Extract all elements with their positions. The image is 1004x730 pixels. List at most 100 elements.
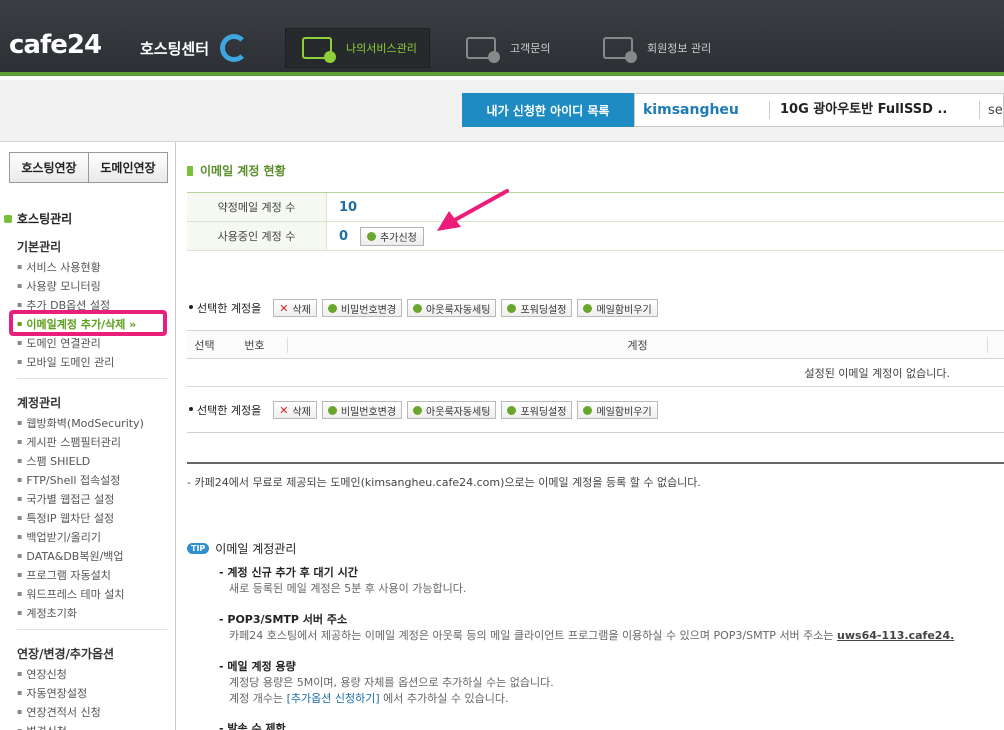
add-option-link[interactable]: [추가옵션 신청하기]	[287, 692, 380, 705]
sidebar-item[interactable]: 계정초기화	[17, 603, 144, 622]
button-label: 삭제	[292, 304, 311, 316]
sidebar-item[interactable]: 연장견적서 신청	[17, 702, 100, 721]
title-bullet-icon	[187, 165, 193, 176]
sidebar-item[interactable]: 프로그램 자동설치	[17, 565, 144, 584]
sidebar-item[interactable]: DATA&DB복원/백업	[17, 546, 144, 565]
empty-mailbox-button[interactable]: 메일함비우기	[577, 299, 658, 317]
stat-row: 사용중인 계정 수 0 추가신청	[187, 222, 1004, 251]
button-label: 포워딩설정	[520, 406, 567, 418]
button-label: 메일함비우기	[596, 304, 652, 316]
refresh-icon	[327, 405, 337, 415]
stat-value: 10	[339, 199, 358, 215]
button-label: 아웃룩자동세팅	[426, 406, 491, 418]
gear-icon	[507, 405, 517, 415]
nav-customer-inquiry[interactable]: 고객문의	[466, 28, 550, 68]
change-password-button[interactable]: 비밀번호변경	[321, 299, 403, 317]
tip-title: TIP 이메일 계정관리	[187, 540, 296, 557]
divider	[17, 629, 167, 630]
tip-heading: - 메일 계정 용량	[219, 660, 296, 673]
pink-arrow-icon	[437, 189, 509, 231]
col-number: 번호	[222, 336, 288, 353]
sidebar-item[interactable]: 모바일 도메인 관리	[17, 352, 136, 371]
tip-title-text: 이메일 계정관리	[215, 542, 297, 556]
outlook-setup-button[interactable]: 아웃룩자동세팅	[407, 401, 497, 419]
tip-text-part: 카페24 호스팅에서 제공하는 이메일 계정은 아웃룩 등의 메일 클라이언트 …	[229, 629, 838, 642]
id-selector[interactable]: kimsangheu 10G 광아우토반 FullSSD .. se	[634, 93, 1004, 127]
tip-heading: - 계정 신규 추가 후 대기 시간	[219, 566, 358, 579]
sidebar-item[interactable]: 웹방화벽(ModSecurity)	[17, 413, 143, 432]
cafe24-logo[interactable]: cafe24	[9, 30, 102, 60]
play-icon	[367, 231, 377, 241]
sidebar-item[interactable]: FTP/Shell 접속설정	[17, 470, 144, 489]
sidebar-item[interactable]: 자동연장설정	[17, 683, 101, 702]
section-title: 이메일 계정 현황	[187, 162, 286, 179]
main-content: 이메일 계정 현황 약정메일 계정 수 10 사용중인 계정 수 0 추가신청 …	[177, 142, 1004, 730]
hosting-manage-title: 호스팅관리	[4, 210, 72, 227]
section-title-text: 호스팅관리	[17, 212, 73, 226]
sidebar-item[interactable]: 연장신청	[17, 664, 101, 683]
nav-my-services[interactable]: 나의서비스관리	[285, 28, 430, 68]
stat-value: 0	[339, 228, 349, 244]
account-list-header: 선택 번호 계정	[187, 330, 1004, 359]
logo-subtitle: 호스팅센터	[140, 40, 210, 58]
sidebar-item[interactable]: 변경신청	[17, 721, 101, 730]
button-label: 메일함비우기	[596, 406, 652, 418]
sidebar-item[interactable]: 스팸 SHIELD	[17, 451, 144, 470]
action-label: 선택한 계정을	[187, 402, 261, 418]
sidebar-item[interactable]: 서비스 사용현황	[17, 257, 136, 276]
tip-text: 새로 등록된 메일 계정은 5분 후 사용이 가능합니다.	[229, 582, 467, 595]
hosting-renew-button[interactable]: 호스팅연장	[9, 152, 89, 183]
delete-button[interactable]: ✕ 삭제	[273, 401, 317, 419]
button-label: 포워딩설정	[520, 304, 567, 316]
empty-mailbox-button[interactable]: 메일함비우기	[577, 401, 658, 419]
forwarding-button[interactable]: 포워딩설정	[501, 299, 573, 317]
empty-message: 설정된 이메일 계정이 없습니다.	[187, 359, 1004, 387]
sidebar-item[interactable]: 사용량 모니터링	[17, 276, 136, 295]
domain-note: - 카페24에서 무료로 제공되는 도메인(kimsangheu.cafe24.…	[187, 476, 701, 489]
section-title-text: 이메일 계정 현황	[200, 164, 286, 178]
top-bar: cafe24 호스팅센터 나의서비스관리 고객문의 회원정보 관리	[0, 0, 1004, 76]
button-label: 추가신청	[380, 232, 417, 244]
group-title-basic: 기본관리	[17, 240, 62, 254]
server-address: uws64-113.cafe24.	[837, 629, 955, 642]
id-product: 10G 광아우토반 FullSSD ..	[770, 101, 980, 119]
nav-label: 회원정보 관리	[647, 42, 712, 55]
sidebar-item[interactable]: 특정IP 웹차단 설정	[17, 508, 144, 527]
tip-text-part: 에서 추가하실 수 있습니다.	[379, 692, 509, 705]
sidebar-item[interactable]: 워드프레스 테마 설치	[17, 584, 144, 603]
highlight-frame	[9, 310, 167, 336]
id-select-partial[interactable]: se	[980, 103, 1003, 118]
close-icon: ✕	[279, 301, 289, 315]
inquiry-icon	[466, 37, 500, 63]
outlook-icon	[413, 405, 423, 415]
domain-renew-button[interactable]: 도메인연장	[89, 152, 168, 183]
delete-button[interactable]: ✕ 삭제	[273, 299, 317, 317]
tip-text-part: 계정 개수는	[229, 692, 287, 705]
change-password-button[interactable]: 비밀번호변경	[321, 401, 403, 419]
nav-label: 나의서비스관리	[346, 42, 417, 55]
divider	[17, 378, 167, 379]
close-icon: ✕	[279, 403, 289, 417]
sidebar-item[interactable]: 백업받기/올리기	[17, 527, 144, 546]
tip-text: 계정 개수는 [추가옵션 신청하기] 에서 추가하실 수 있습니다.	[229, 690, 508, 706]
add-request-button[interactable]: 추가신청	[360, 226, 424, 246]
member-icon	[603, 37, 637, 63]
gear-icon	[507, 303, 517, 313]
action-bar-top: 선택한 계정을 ✕ 삭제 비밀번호변경 아웃룩자동세팅 포워딩설정 메일함비우기	[187, 286, 1004, 330]
action-bar-bottom: 선택한 계정을 ✕ 삭제 비밀번호변경 아웃룩자동세팅 포워딩설정 메일함비우기	[187, 388, 1004, 432]
stat-row: 약정메일 계정 수 10	[187, 193, 1004, 222]
button-label: 비밀번호변경	[340, 406, 397, 418]
forwarding-button[interactable]: 포워딩설정	[501, 401, 573, 419]
id-user: kimsangheu	[635, 101, 770, 119]
bullet-icon	[4, 214, 12, 223]
tip-heading: - POP3/SMTP 서버 주소	[219, 613, 348, 626]
outlook-setup-button[interactable]: 아웃룩자동세팅	[407, 299, 497, 317]
button-label: 아웃룩자동세팅	[426, 304, 491, 316]
sidebar-item[interactable]: 국가별 웹접근 설정	[17, 489, 144, 508]
sidebar-item[interactable]: 게시판 스팸필터관리	[17, 432, 144, 451]
trash-icon	[583, 405, 593, 415]
tip-text: 계정당 용량은 5M이며, 용량 자체를 옵션으로 추가하실 수는 없습니다.	[229, 676, 554, 689]
nav-member-info[interactable]: 회원정보 관리	[603, 28, 711, 68]
divider	[187, 462, 1004, 464]
refresh-icon	[327, 303, 337, 313]
